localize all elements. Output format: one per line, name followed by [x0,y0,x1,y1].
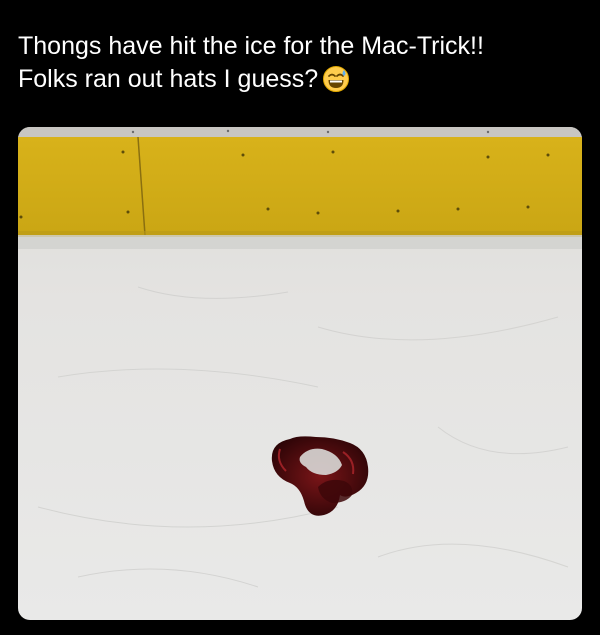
grinning-sweat-emoji-icon [322,65,350,102]
post-text: Thongs have hit the ice for the Mac-Tric… [18,30,588,102]
yellow-kick-plate [18,137,582,235]
post-text-line-1: Thongs have hit the ice for the Mac-Tric… [18,32,484,60]
post-text-line-2: Folks ran out hats I guess? [18,63,588,102]
rink-photo [18,127,582,620]
post-image[interactable] [18,127,582,620]
post-text-line-2-text: Folks ran out hats I guess? [18,65,319,93]
